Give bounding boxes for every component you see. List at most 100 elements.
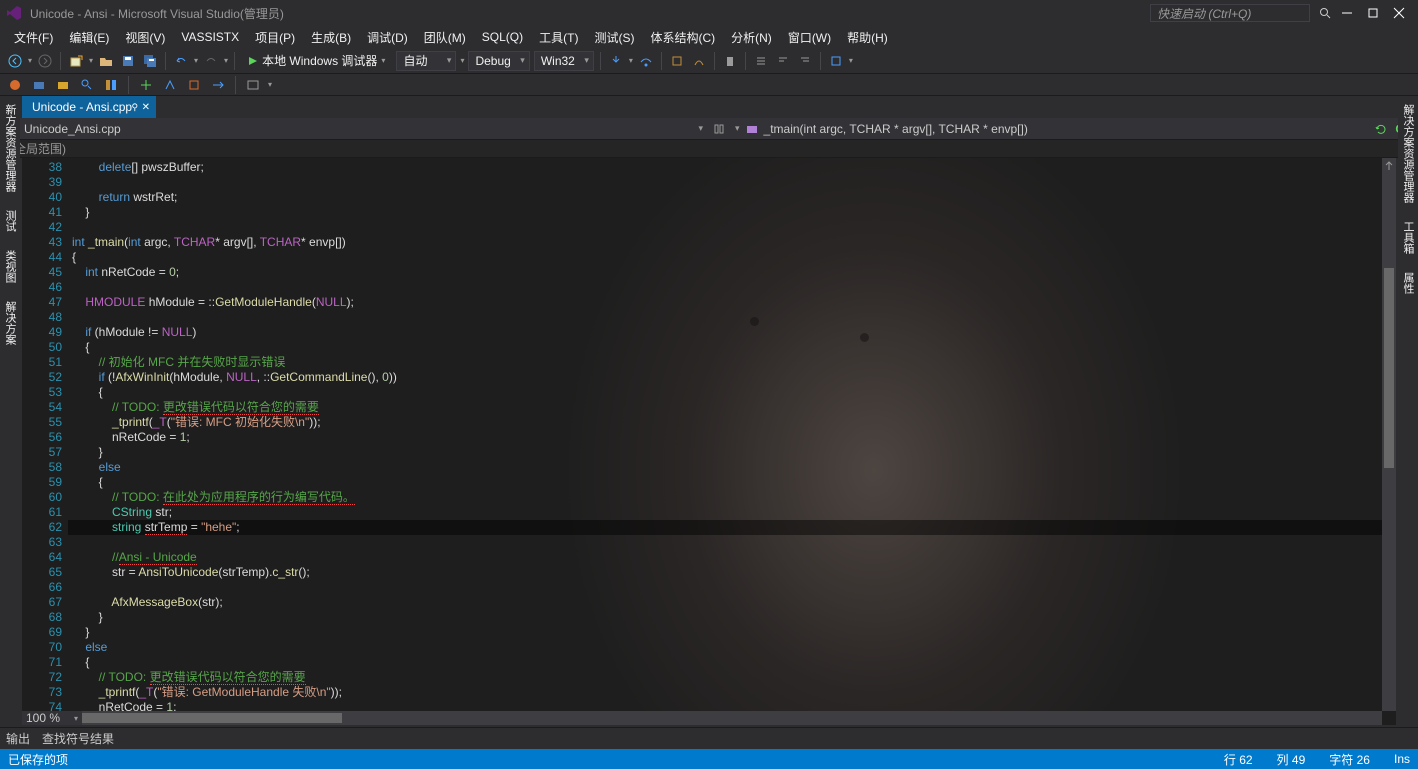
va-icon[interactable] (30, 76, 48, 94)
window-title: Unicode - Ansi - Microsoft Visual Studio… (30, 5, 1150, 22)
minimize-button[interactable] (1334, 2, 1360, 24)
scroll-thumb[interactable] (82, 713, 342, 723)
dock-tab[interactable]: 输出 (6, 730, 30, 747)
file-combo[interactable]: Unicode_Ansi.cpp (0, 122, 709, 136)
tab-label: Unicode - Ansi.cpp (32, 100, 132, 114)
right-dock: 解决方案资源管理器工具箱属性 (1398, 96, 1418, 304)
redo-icon[interactable] (202, 52, 220, 70)
member-combo[interactable]: ▾ _tmain(int argc, TCHAR * argv[], TCHAR… (729, 122, 1374, 136)
menu-item[interactable]: 体系结构(C) (642, 27, 723, 48)
separator (235, 76, 236, 94)
refresh-icon[interactable] (1374, 122, 1388, 136)
step-over-icon[interactable] (637, 52, 655, 70)
undo-icon[interactable] (172, 52, 190, 70)
step-into-icon[interactable] (607, 52, 625, 70)
va-icon[interactable] (54, 76, 72, 94)
statusbar: 已保存的项 行 62 列 49 字符 26 Ins (0, 749, 1418, 769)
pin-icon[interactable]: ⚲ (131, 102, 138, 113)
new-project-icon[interactable] (67, 52, 85, 70)
dock-tab[interactable]: 新方案资源管理器 (0, 96, 20, 200)
start-debug-button[interactable]: 本地 Windows 调试器 ▾ (241, 51, 392, 71)
vertical-scrollbar[interactable] (1382, 158, 1396, 711)
menu-item[interactable]: 分析(N) (723, 27, 780, 48)
menu-item[interactable]: 窗口(W) (780, 27, 839, 48)
tool-icon[interactable] (774, 52, 792, 70)
va-icon[interactable] (185, 76, 203, 94)
quick-launch-input[interactable]: 快速启动 (Ctrl+Q) (1150, 4, 1310, 22)
va-icon[interactable] (78, 76, 96, 94)
nav-fwd-icon[interactable] (36, 52, 54, 70)
maximize-button[interactable] (1360, 2, 1386, 24)
status-ins: Ins (1394, 752, 1410, 766)
menu-item[interactable]: 工具(T) (531, 27, 586, 48)
debug-auto-combo[interactable]: 自动 (396, 51, 456, 71)
line-number-gutter: 3839404142434445464748495051525354555657… (22, 158, 68, 711)
menu-item[interactable]: 文件(F) (6, 27, 61, 48)
menu-item[interactable]: 项目(P) (247, 27, 303, 48)
dock-tab[interactable]: 解决方案资源管理器 (1398, 96, 1418, 211)
dock-tab[interactable]: 查找符号结果 (42, 730, 114, 747)
separator (745, 52, 746, 70)
menu-item[interactable]: 测试(S) (586, 27, 642, 48)
dropdown-caret-icon[interactable]: ▾ (28, 56, 32, 65)
va-icon[interactable] (244, 76, 262, 94)
tool-icon[interactable] (827, 52, 845, 70)
code-area[interactable]: delete[] pwszBuffer; return wstrRet; } i… (68, 158, 1382, 711)
separator (234, 52, 235, 70)
menu-item[interactable]: 调试(D) (359, 27, 416, 48)
menu-item[interactable]: VASSISTX (173, 28, 247, 46)
open-file-icon[interactable] (97, 52, 115, 70)
left-dock: 新方案资源管理器测试类视图解决方案 (0, 96, 20, 355)
dock-tab[interactable]: 工具箱 (1398, 213, 1418, 262)
scroll-thumb[interactable] (1384, 268, 1394, 468)
va-icon[interactable] (161, 76, 179, 94)
document-tab[interactable]: Unicode - Ansi.cpp ⚲ ✕ (22, 96, 156, 118)
split-editor-icon[interactable] (1384, 160, 1394, 174)
tool-icon[interactable] (752, 52, 770, 70)
search-icon[interactable] (1316, 4, 1334, 22)
scope-bar[interactable]: (全局范围) (0, 140, 1418, 158)
code-nav-bar: Unicode_Ansi.cpp ▾ _tmain(int argc, TCHA… (0, 118, 1418, 140)
separator (714, 52, 715, 70)
close-button[interactable] (1386, 2, 1412, 24)
tool-icon[interactable] (796, 52, 814, 70)
zoom-combo[interactable]: 100 %▾ (22, 711, 82, 725)
save-all-icon[interactable] (141, 52, 159, 70)
separator (600, 52, 601, 70)
menu-item[interactable]: 团队(M) (416, 27, 474, 48)
nav-back-icon[interactable] (6, 52, 24, 70)
dock-tab[interactable]: 测试 (0, 202, 20, 240)
dropdown-caret-icon[interactable]: ▾ (224, 56, 228, 65)
toolbar-secondary: ▾ (0, 74, 1418, 96)
platform-combo[interactable]: Win32 (534, 51, 594, 71)
separator (128, 76, 129, 94)
va-icon[interactable] (6, 76, 24, 94)
dropdown-caret-icon[interactable]: ▾ (89, 56, 93, 65)
dock-tab[interactable]: 解决方案 (0, 293, 20, 353)
dock-tab[interactable]: 类视图 (0, 242, 20, 291)
menu-item[interactable]: 编辑(E) (61, 27, 117, 48)
va-icon[interactable] (209, 76, 227, 94)
split-icon[interactable] (709, 124, 729, 134)
menu-item[interactable]: 视图(V) (117, 27, 173, 48)
config-combo[interactable]: Debug (468, 51, 529, 71)
tool-icon[interactable] (690, 52, 708, 70)
dropdown-caret-icon[interactable]: ▾ (194, 56, 198, 65)
close-tab-icon[interactable]: ✕ (142, 102, 150, 113)
menu-item[interactable]: 生成(B) (303, 27, 359, 48)
dropdown-caret-icon[interactable]: ▾ (460, 56, 464, 65)
tool-icon[interactable] (721, 52, 739, 70)
code-editor[interactable]: 3839404142434445464748495051525354555657… (22, 158, 1396, 725)
va-icon[interactable] (137, 76, 155, 94)
menu-item[interactable]: SQL(Q) (474, 28, 531, 46)
horizontal-scrollbar[interactable] (82, 711, 1382, 725)
quick-launch-placeholder: 快速启动 (Ctrl+Q) (1157, 5, 1251, 22)
save-icon[interactable] (119, 52, 137, 70)
play-icon (248, 56, 258, 66)
va-icon[interactable] (102, 76, 120, 94)
separator (820, 52, 821, 70)
tool-icon[interactable] (668, 52, 686, 70)
dock-tab[interactable]: 属性 (1398, 264, 1418, 302)
menu-item[interactable]: 帮助(H) (839, 27, 896, 48)
separator (60, 52, 61, 70)
